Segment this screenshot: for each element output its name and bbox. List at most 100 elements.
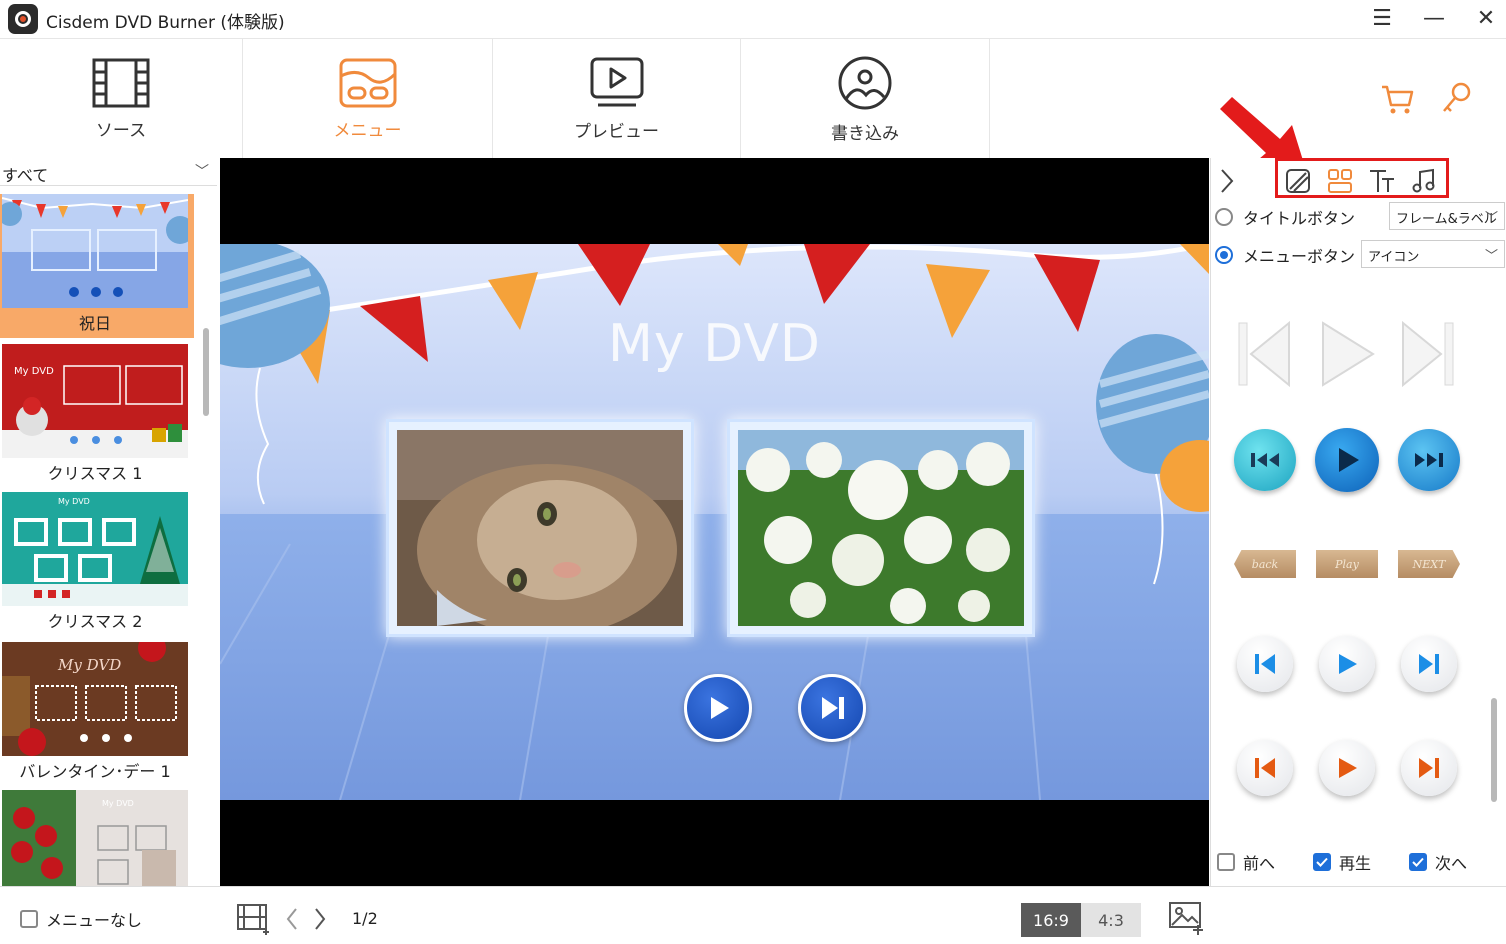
template-name: クリスマス 2 <box>47 612 143 631</box>
tab-preview-label: プレビュー <box>574 121 659 142</box>
button-style-grid: back Play NEXT <box>1211 278 1491 818</box>
window-title: Cisdem DVD Burner (体験版) <box>46 13 285 33</box>
template-thumbnail: My DVD <box>2 790 188 886</box>
tab-preview[interactable]: プレビュー <box>493 39 741 159</box>
title-button-style-select[interactable]: フレーム&ラベル ﹀ <box>1389 202 1505 230</box>
wood-next-label: NEXT <box>1398 550 1460 578</box>
disc-burn-icon <box>836 55 894 111</box>
close-icon[interactable]: ✕ <box>1466 2 1506 34</box>
menu-button-style-value: アイコン <box>1368 250 1420 265</box>
style-white-blue-play[interactable] <box>1315 632 1379 696</box>
tab-source-label: ソース <box>95 120 147 141</box>
tab-source[interactable]: ソース <box>0 39 243 159</box>
chevron-right-icon[interactable] <box>1217 166 1237 200</box>
template-filter-select[interactable]: すべて ﹀ <box>0 158 217 186</box>
style-white-blue-next[interactable] <box>1397 632 1461 696</box>
chevron-down-icon: ﹀ <box>1484 211 1498 226</box>
chevron-down-icon: ﹀ <box>1484 249 1498 264</box>
minimize-icon[interactable]: — <box>1414 2 1454 34</box>
style-blue-play[interactable] <box>1315 428 1379 492</box>
menu-canvas: My DVD <box>220 244 1209 800</box>
cat-photo <box>397 430 683 626</box>
layout-icon[interactable] <box>1326 167 1354 195</box>
button-settings-panel: タイトルボタン フレーム&ラベル ﹀ メニューボタン アイコン ﹀ back P… <box>1210 158 1506 886</box>
tab-menu-label: メニュー <box>333 120 402 141</box>
style-wood-next[interactable]: NEXT <box>1397 532 1461 596</box>
next-checkbox[interactable] <box>1409 853 1427 871</box>
title-button-radio[interactable] <box>1215 208 1233 226</box>
title-button-style-value: フレーム&ラベル <box>1396 212 1497 227</box>
preview-play-button[interactable] <box>684 674 752 742</box>
prev-checkbox[interactable] <box>1217 853 1235 871</box>
template-item[interactable]: My DVD クリスマス 1 <box>0 344 194 486</box>
style-outline-next[interactable] <box>1397 320 1461 388</box>
svg-text:My DVD: My DVD <box>102 799 134 808</box>
style-wood-play[interactable]: Play <box>1315 532 1379 596</box>
aspect-4-3-button[interactable]: 4:3 <box>1081 903 1141 937</box>
menu-button-radio[interactable] <box>1215 246 1233 264</box>
play-label: 再生 <box>1339 854 1372 873</box>
title-button-label: タイトルボタン <box>1243 209 1356 228</box>
key-icon[interactable] <box>1440 81 1472 119</box>
no-menu-checkbox[interactable] <box>20 910 38 928</box>
tab-burn[interactable]: 書き込み <box>741 39 990 159</box>
style-wood-back[interactable]: back <box>1233 532 1297 596</box>
template-thumbnail: My DVD <box>2 492 188 606</box>
style-outline-prev[interactable] <box>1233 320 1297 388</box>
wood-back-label: back <box>1234 550 1296 578</box>
style-white-orange-play[interactable] <box>1315 736 1379 800</box>
template-item[interactable]: My DVD クリスマス 2 <box>0 492 194 634</box>
text-icon[interactable] <box>1368 167 1396 195</box>
hamburger-menu-icon[interactable]: ☰ <box>1362 2 1402 34</box>
style-teal-next[interactable] <box>1397 428 1461 492</box>
chapter-thumbnail-2[interactable] <box>727 419 1035 637</box>
style-white-orange-prev[interactable] <box>1233 736 1297 800</box>
style-white-blue-prev[interactable] <box>1233 632 1297 696</box>
template-scrollbar[interactable] <box>203 328 209 416</box>
title-button-option[interactable]: タイトルボタン <box>1215 202 1355 232</box>
template-panel: すべて ﹀ 祝日 My DVD クリスマス 1 My DVD クリスマス 2 M… <box>0 158 219 886</box>
no-frame-icon[interactable] <box>1284 167 1312 195</box>
template-item[interactable]: My DVD バレンタイン･デー 1 <box>0 642 194 784</box>
app-logo <box>8 4 38 34</box>
background-image-icon[interactable] <box>1168 901 1204 939</box>
flowers-photo <box>738 430 1024 626</box>
button-grid-scrollbar[interactable] <box>1491 698 1497 802</box>
template-filter-value: すべて <box>2 166 49 185</box>
play-checkbox[interactable] <box>1313 853 1331 871</box>
tab-burn-label: 書き込み <box>831 123 899 144</box>
next-checkbox-row[interactable]: 次へ <box>1409 850 1467 874</box>
svg-text:My DVD: My DVD <box>58 497 90 506</box>
template-item[interactable]: 祝日 <box>0 194 194 338</box>
chapter-thumbnail-1[interactable] <box>386 419 694 637</box>
menu-preview: My DVD <box>220 158 1209 886</box>
template-name: 祝日 <box>78 314 111 333</box>
prev-checkbox-row[interactable]: 前へ <box>1217 850 1275 874</box>
no-menu-option[interactable]: メニューなし <box>20 907 142 931</box>
settings-tab-bar <box>1275 158 1449 198</box>
menu-title[interactable]: My DVD <box>220 314 1209 374</box>
add-chapter-icon[interactable] <box>236 903 272 939</box>
play-screen-icon <box>588 57 646 109</box>
menu-button-label: メニューボタン <box>1243 247 1356 266</box>
template-thumbnail <box>2 194 188 308</box>
menu-button-style-select[interactable]: アイコン ﹀ <box>1361 240 1505 268</box>
style-teal-prev[interactable] <box>1233 428 1297 492</box>
template-thumbnail: My DVD <box>2 344 188 458</box>
style-outline-play[interactable] <box>1315 321 1379 387</box>
wood-play-label: Play <box>1316 550 1378 578</box>
cart-icon[interactable] <box>1380 83 1414 119</box>
chevron-right-icon[interactable] <box>312 907 328 935</box>
chevron-down-icon: ﹀ <box>195 164 209 180</box>
aspect-16-9-button[interactable]: 16:9 <box>1021 903 1081 937</box>
chevron-left-icon[interactable] <box>284 907 300 935</box>
play-checkbox-row[interactable]: 再生 <box>1313 850 1371 874</box>
template-item[interactable]: My DVD <box>0 790 194 886</box>
style-white-orange-next[interactable] <box>1397 736 1461 800</box>
svg-text:My DVD: My DVD <box>57 656 121 674</box>
music-icon[interactable] <box>1410 167 1438 195</box>
preview-next-button[interactable] <box>798 674 866 742</box>
menu-button-option[interactable]: メニューボタン <box>1215 240 1355 270</box>
no-menu-label: メニューなし <box>46 911 143 930</box>
tab-menu[interactable]: メニュー <box>243 39 493 159</box>
